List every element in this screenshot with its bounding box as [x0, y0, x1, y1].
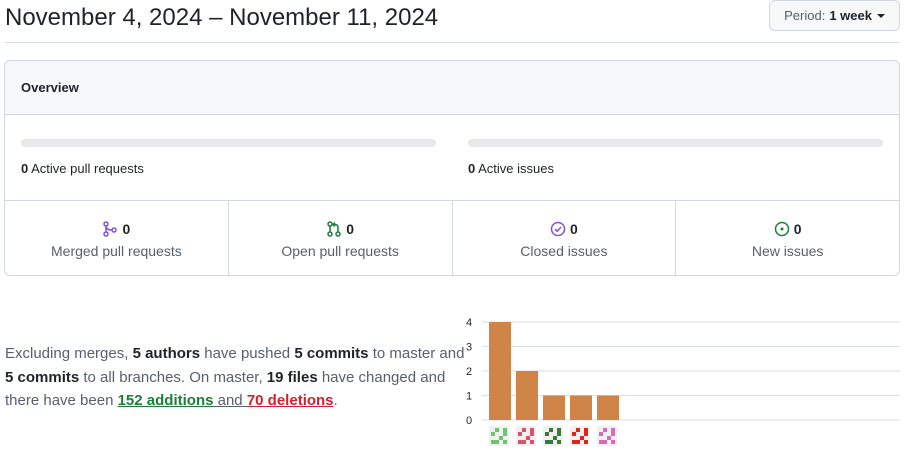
author-avatar-icon[interactable]	[489, 426, 509, 446]
closed-issue-icon	[550, 221, 566, 237]
period-label: Period:	[784, 8, 826, 23]
overview-panel: Overview 0 Active pull requests 0 Active…	[4, 60, 900, 276]
y-tick-label: 2	[466, 366, 472, 378]
merged-pr-icon	[103, 221, 118, 237]
active-pull-requests-label: Active pull requests	[31, 161, 144, 176]
new-issues-count: 0	[793, 221, 802, 237]
active-issues-summary: 0 Active issues	[468, 139, 883, 176]
period-dropdown-button[interactable]: Period: 1 week	[769, 0, 900, 31]
summary-text: .	[333, 392, 338, 409]
author-avatar-icon[interactable]	[597, 426, 617, 446]
caret-down-icon	[877, 13, 885, 18]
active-pull-requests-summary: 0 Active pull requests	[21, 139, 436, 176]
commit-bar[interactable]	[543, 395, 565, 421]
commits-by-author-chart: 0 1 2 3 4	[466, 317, 900, 446]
summary-text: have pushed	[200, 345, 295, 362]
commit-bar[interactable]	[516, 371, 538, 420]
summary-text: to master and	[368, 345, 465, 362]
commit-bar[interactable]	[570, 395, 592, 421]
commit-bar[interactable]	[597, 395, 619, 421]
open-pr-count: 0	[346, 221, 355, 237]
additions-link[interactable]: 152 additions	[118, 392, 214, 409]
y-tick-label: 4	[466, 317, 472, 329]
overview-title: Overview	[21, 80, 79, 95]
y-tick-label: 1	[466, 391, 472, 403]
date-range-title: November 4, 2024 – November 11, 2024	[5, 4, 439, 31]
summary-text: Excluding merges,	[5, 345, 133, 362]
merged-pr-count: 0	[122, 221, 131, 237]
closed-issues-count: 0	[569, 221, 578, 237]
master-commits-count: 5 commits	[294, 345, 369, 362]
y-tick-label: 3	[466, 342, 472, 354]
overview-header: Overview	[5, 61, 899, 115]
active-issues-count: 0	[468, 161, 476, 176]
header: November 4, 2024 – November 11, 2024 Per…	[5, 0, 900, 43]
active-pull-requests-link[interactable]: 0 Active pull requests	[21, 161, 436, 176]
period-value: 1 week	[829, 8, 872, 23]
active-issues-label: Active issues	[478, 161, 555, 176]
active-pull-requests-count: 0	[21, 161, 29, 176]
all-commits-count: 5 commits	[5, 368, 80, 386]
files-changed-count: 19 files	[266, 368, 318, 386]
overview-progress-section: 0 Active pull requests 0 Active issues	[5, 115, 899, 201]
overview-stats: 0 Merged pull requests 0 Open pull reque…	[5, 201, 899, 275]
authors-count: 5 authors	[132, 345, 201, 362]
deletions-link[interactable]: 70 deletions	[247, 392, 334, 409]
y-tick-label: 0	[466, 415, 472, 427]
commit-bar[interactable]	[489, 322, 511, 420]
stat-closed-issues[interactable]: 0 Closed issues	[453, 201, 677, 275]
closed-issues-label: Closed issues	[520, 243, 608, 259]
issues-progress-bar	[468, 139, 883, 147]
author-avatar-icon[interactable]	[570, 426, 590, 446]
stat-new-issues[interactable]: 0 New issues	[676, 201, 899, 275]
pull-requests-progress-bar	[21, 139, 436, 147]
stat-merged-pull-requests[interactable]: 0 Merged pull requests	[5, 201, 229, 275]
open-pr-label: Open pull requests	[281, 243, 399, 259]
summary-text: to all branches. On master,	[79, 368, 267, 386]
author-avatar-icon[interactable]	[516, 426, 536, 446]
new-issue-icon	[774, 221, 789, 237]
active-issues-link[interactable]: 0 Active issues	[468, 161, 883, 176]
author-avatar-icon[interactable]	[543, 426, 563, 446]
stat-open-pull-requests[interactable]: 0 Open pull requests	[229, 201, 453, 275]
summary-text: and	[213, 392, 247, 409]
commit-summary: Excluding merges, 5 authors have pushed …	[5, 342, 465, 413]
merged-pr-label: Merged pull requests	[51, 243, 182, 259]
open-pr-icon	[327, 221, 341, 237]
new-issues-label: New issues	[751, 243, 824, 259]
